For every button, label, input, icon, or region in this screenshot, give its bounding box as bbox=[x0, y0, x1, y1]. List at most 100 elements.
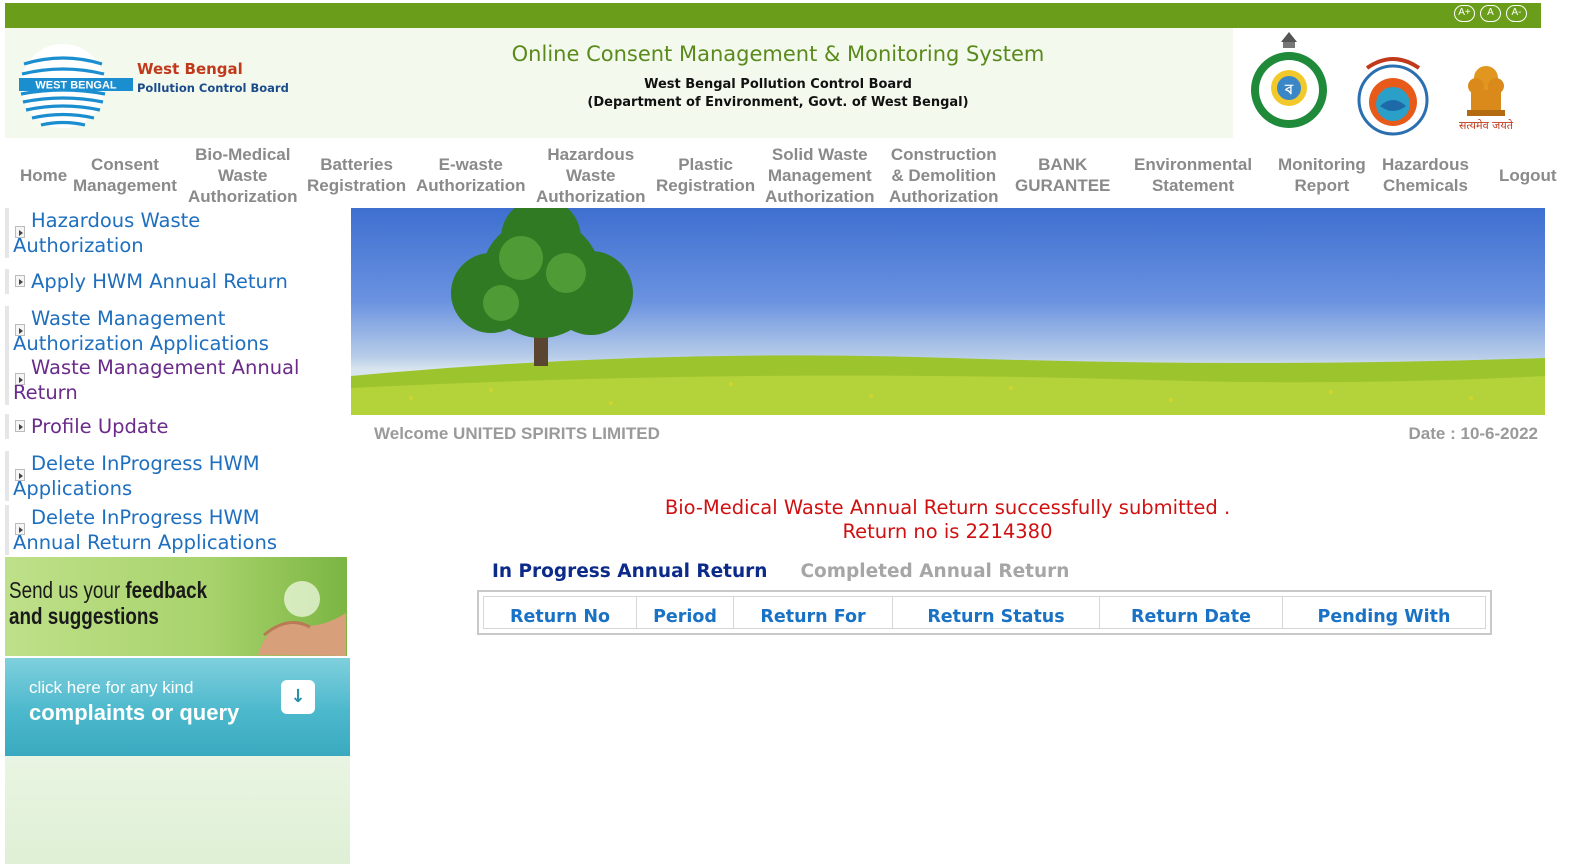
nav-label-line: Waste bbox=[218, 166, 268, 185]
nav-home-label: Home bbox=[20, 166, 68, 185]
nav-label-line: Authorization bbox=[188, 187, 298, 206]
nav-label-line: Hazardous bbox=[1382, 155, 1469, 174]
current-date: Date : 10-6-2022 bbox=[1408, 424, 1538, 443]
nav-label-line: Registration bbox=[307, 176, 407, 195]
sidebar-item-label: Waste Management bbox=[31, 307, 226, 330]
emblems: ব सत्यमेव जयते bbox=[1233, 28, 1541, 138]
nav-label-line: GURANTEE bbox=[1015, 176, 1111, 195]
return-tabs: In Progress Annual Return Completed Annu… bbox=[492, 561, 1069, 582]
nav-label-line: Chemicals bbox=[1382, 176, 1468, 195]
sidebar-item-apply-hwm-annual-return[interactable]: Apply HWM Annual Return bbox=[5, 269, 345, 294]
nav-label-line: E-waste bbox=[438, 155, 503, 174]
complaints-text-line2: complaints or query bbox=[29, 700, 240, 725]
chevron-right-icon bbox=[15, 324, 25, 336]
chevron-right-icon bbox=[15, 420, 25, 432]
nav-label-line: Authorization bbox=[889, 187, 999, 206]
complaints-text-line1: click here for any kind bbox=[29, 678, 194, 697]
nav-label-line: Management bbox=[767, 166, 872, 185]
tab-in-progress[interactable]: In Progress Annual Return bbox=[492, 561, 767, 582]
nav-label-line: Hazardous bbox=[547, 145, 635, 164]
nav-label-line: Authorization bbox=[536, 187, 646, 206]
success-message-line2: Return no is 2214380 bbox=[842, 520, 1053, 543]
column-header-return-for: Return For bbox=[733, 596, 893, 629]
national-emblem-icon: सत्यमेव जयते bbox=[1459, 66, 1514, 132]
chevron-right-icon bbox=[15, 275, 25, 287]
nav-solid-waste[interactable]: Solid Waste Management Authorization bbox=[765, 144, 875, 207]
sidebar-item-label: Hazardous Waste bbox=[31, 209, 201, 232]
nav-monitoring-report[interactable]: Monitoring Report bbox=[1278, 154, 1366, 196]
nav-label-line: Environmental bbox=[1134, 155, 1253, 174]
chevron-right-icon bbox=[15, 469, 25, 481]
nav-label-line: Consent bbox=[90, 155, 159, 174]
nav-batteries-registration[interactable]: Batteries Registration bbox=[307, 154, 406, 196]
font-increase-button[interactable]: A+ bbox=[1454, 5, 1475, 22]
feedback-banner[interactable]: Send us your feedback and suggestions bbox=[5, 557, 347, 656]
nav-label-line: Management bbox=[73, 176, 177, 195]
sidebar-item-hazardous-waste-authorization[interactable]: Hazardous Waste Authorization bbox=[5, 208, 345, 258]
nav-label-line: Batteries bbox=[320, 155, 393, 174]
sidebar-item-label: Authorization Applications bbox=[13, 332, 269, 355]
sidebar-item-waste-management-authorization[interactable]: Waste Management Authorization Applicati… bbox=[5, 306, 345, 356]
nav-logout[interactable]: Logout bbox=[1499, 165, 1557, 186]
nav-consent-management[interactable]: Consent Management bbox=[73, 154, 177, 196]
nav-bank-guarantee[interactable]: BANK GURANTEE bbox=[1015, 154, 1110, 196]
sidebar-item-label: Apply HWM Annual Return bbox=[31, 270, 288, 293]
namami-gange-logo-icon bbox=[1357, 57, 1429, 136]
chevron-right-icon bbox=[15, 373, 25, 385]
sidebar: Hazardous Waste Authorization Apply HWM … bbox=[5, 208, 350, 864]
welcome-text: Welcome UNITED SPIRITS LIMITED bbox=[374, 424, 660, 443]
column-header-return-date: Return Date bbox=[1099, 596, 1283, 629]
chevron-right-icon bbox=[15, 226, 25, 238]
site-header: WEST BENGAL West Bengal Pollution Contro… bbox=[5, 28, 1541, 138]
tab-completed[interactable]: Completed Annual Return bbox=[800, 561, 1069, 582]
nav-logout-label: Logout bbox=[1499, 166, 1557, 185]
arrow-down-icon: ↓ bbox=[281, 680, 315, 714]
nav-e-waste[interactable]: E-waste Authorization bbox=[416, 154, 526, 196]
font-decrease-button[interactable]: A- bbox=[1506, 5, 1527, 22]
sidebar-item-profile-update[interactable]: Profile Update bbox=[5, 414, 345, 439]
column-header-return-status: Return Status bbox=[892, 596, 1100, 629]
nav-label-line: Monitoring bbox=[1278, 155, 1366, 174]
sidebar-item-delete-inprogress-hwm-applications[interactable]: Delete InProgress HWM Applications bbox=[5, 451, 345, 501]
feedback-text-line2: and suggestions bbox=[9, 603, 159, 629]
nav-label-line: Solid Waste bbox=[771, 145, 868, 164]
top-bar: A+ A A- bbox=[5, 3, 1541, 28]
sidebar-item-delete-inprogress-hwm-annual-return[interactable]: Delete InProgress HWM Annual Return Appl… bbox=[5, 505, 345, 555]
nav-label-line: Waste bbox=[566, 166, 616, 185]
nav-label-line: Construction bbox=[890, 145, 997, 164]
nav-environmental-statement[interactable]: Environmental Statement bbox=[1134, 154, 1252, 196]
column-header-pending-with: Pending With bbox=[1282, 596, 1486, 629]
nav-bio-medical-waste[interactable]: Bio-Medical Waste Authorization bbox=[188, 144, 298, 207]
chevron-right-icon bbox=[15, 523, 25, 535]
table-header-row: Return No Period Return For Return Statu… bbox=[483, 596, 1486, 629]
hero-banner bbox=[351, 208, 1545, 415]
sidebar-item-label: Authorization bbox=[13, 234, 144, 257]
complaints-banner[interactable]: click here for any kind complaints or qu… bbox=[5, 658, 350, 756]
nav-label-line: BANK bbox=[1038, 155, 1088, 174]
main-navigation: Home Consent Management Bio-Medical Wast… bbox=[0, 140, 1574, 208]
sidebar-item-label: Annual Return Applications bbox=[13, 531, 278, 554]
nav-label-line: Authorization bbox=[416, 176, 526, 195]
column-header-period: Period bbox=[636, 596, 734, 629]
nav-hazardous-chemicals[interactable]: Hazardous Chemicals bbox=[1382, 154, 1469, 196]
tree-meadow-image bbox=[351, 208, 1545, 415]
sidebar-item-label: Profile Update bbox=[31, 415, 169, 438]
sidebar-item-label: Delete InProgress HWM bbox=[31, 506, 260, 529]
sidebar-item-waste-management-annual-return[interactable]: Waste Management Annual Return bbox=[5, 355, 345, 405]
sidebar-item-label: Applications bbox=[13, 477, 133, 500]
feedback-text-line1: Send us your feedback bbox=[9, 577, 208, 603]
svg-text:सत्यमेव जयते: सत्यमेव जयते bbox=[1459, 119, 1514, 132]
font-normal-button[interactable]: A bbox=[1480, 5, 1501, 22]
nav-plastic-registration[interactable]: Plastic Registration bbox=[656, 154, 755, 196]
sidebar-item-label: Delete InProgress HWM bbox=[31, 452, 260, 475]
nav-hazardous-waste[interactable]: Hazardous Waste Authorization bbox=[536, 144, 646, 207]
nav-label-line: Report bbox=[1294, 176, 1350, 195]
sidebar-item-label: Return bbox=[13, 381, 78, 404]
nav-home[interactable]: Home bbox=[20, 165, 67, 186]
nav-construction-demolition[interactable]: Construction & Demolition Authorization bbox=[889, 144, 999, 207]
returns-table: Return No Period Return For Return Statu… bbox=[477, 590, 1492, 635]
success-message: Bio-Medical Waste Annual Return successf… bbox=[560, 496, 1335, 544]
nav-label-line: Statement bbox=[1151, 176, 1235, 195]
svg-text:ব: ব bbox=[1284, 82, 1294, 98]
success-message-line1: Bio-Medical Waste Annual Return successf… bbox=[664, 496, 1231, 519]
